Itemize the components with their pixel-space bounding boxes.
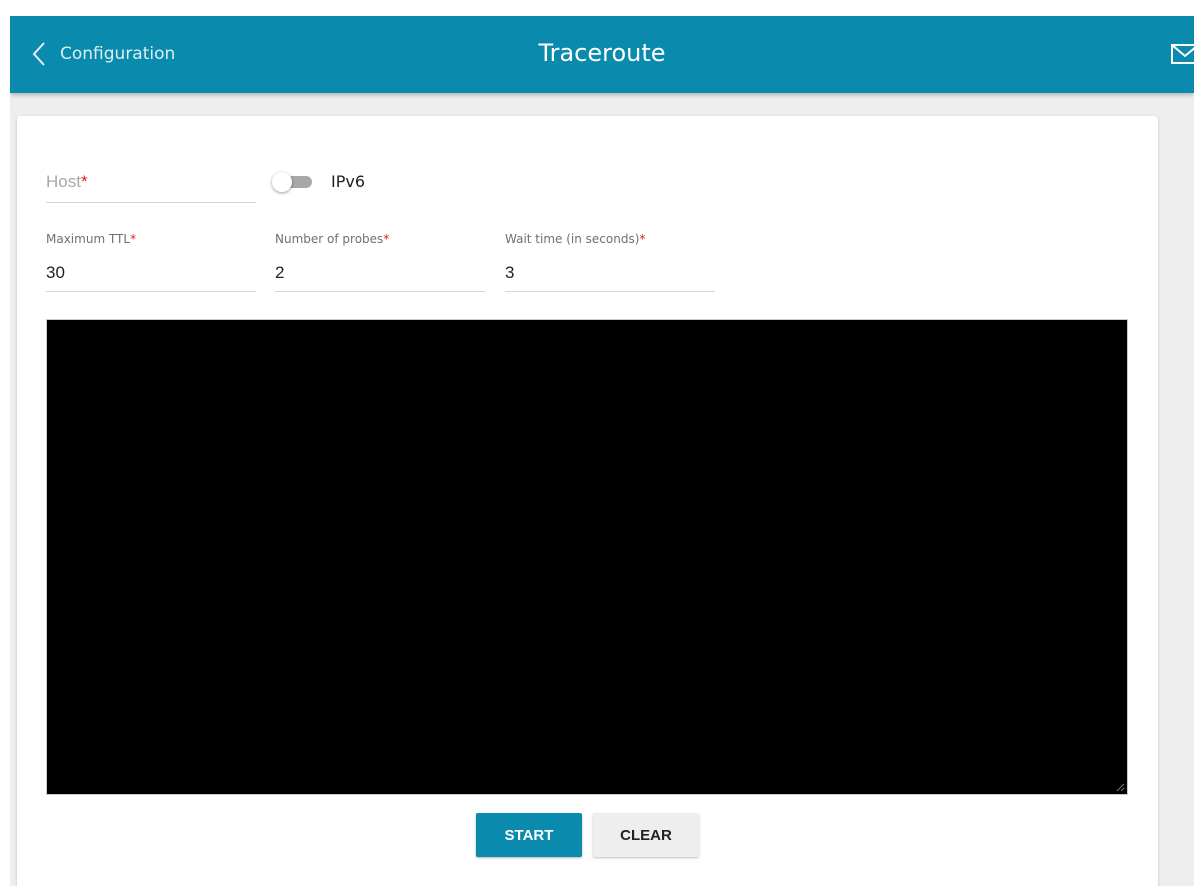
- host-input[interactable]: [46, 172, 256, 192]
- resize-grip-icon[interactable]: [1115, 782, 1125, 792]
- host-field[interactable]: Host*: [46, 162, 256, 203]
- traceroute-card: Host* IPv6 Maximum TTL* Number of probes…: [17, 116, 1158, 886]
- mail-icon[interactable]: [1170, 42, 1194, 66]
- wait-time-input[interactable]: [505, 263, 705, 283]
- probes-field: Number of probes*: [275, 232, 485, 292]
- wait-time-field: Wait time (in seconds)*: [505, 232, 715, 292]
- ipv6-label: IPv6: [331, 172, 366, 191]
- max-ttl-field: Maximum TTL*: [46, 232, 256, 292]
- app-frame: Configuration Traceroute Host* IPv6 Maxi…: [10, 16, 1194, 886]
- probes-input[interactable]: [275, 263, 475, 283]
- max-ttl-input[interactable]: [46, 263, 246, 283]
- max-ttl-label: Maximum TTL*: [46, 232, 137, 246]
- ipv6-toggle[interactable]: [272, 172, 316, 192]
- header-bar: Configuration Traceroute: [10, 16, 1194, 93]
- traceroute-output[interactable]: [46, 319, 1128, 795]
- start-button[interactable]: START: [476, 813, 582, 857]
- probes-label: Number of probes*: [275, 232, 390, 246]
- wait-time-label: Wait time (in seconds)*: [505, 232, 646, 246]
- page-title: Traceroute: [538, 39, 666, 67]
- clear-button[interactable]: CLEAR: [593, 813, 699, 857]
- toggle-thumb: [272, 172, 292, 192]
